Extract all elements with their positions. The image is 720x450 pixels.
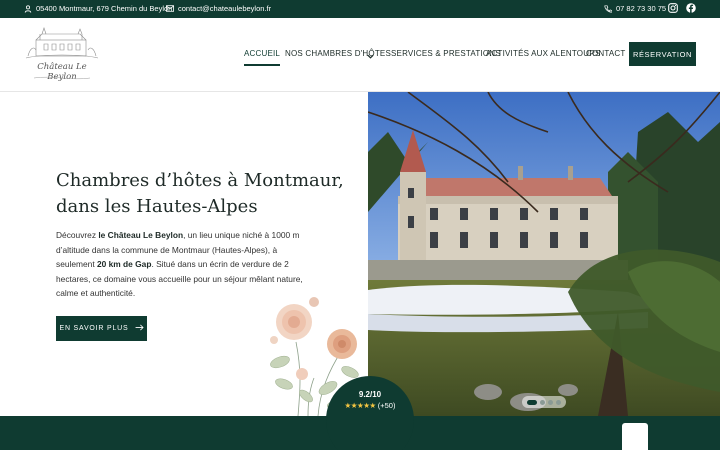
carousel-dot[interactable] (540, 399, 545, 405)
email-link[interactable]: contact@chateaulebeylon.fr (166, 4, 271, 13)
rating-stars-row: ★★★★★ (+50) (326, 401, 414, 410)
site-logo[interactable]: Château Le Beylon (22, 26, 102, 84)
carousel-dots (522, 396, 566, 408)
instagram-icon[interactable] (668, 3, 678, 13)
nav-item-activites[interactable]: ACTIVITÉS AUX ALENTOURS (486, 49, 601, 58)
phone-icon (604, 4, 612, 13)
site-header: Château Le Beylon ACCUEIL NOS CHAMBRES D… (0, 18, 720, 92)
chateau-logo-icon (25, 27, 99, 59)
floating-widget-tab[interactable] (622, 423, 648, 450)
email-text: contact@chateaulebeylon.fr (178, 4, 272, 13)
hero-text-part: Découvrez (56, 230, 99, 240)
carousel-dot[interactable] (548, 399, 553, 405)
nav-item-contact[interactable]: CONTACT (586, 49, 625, 58)
hero-text-bold: 20 km de Gap (96, 259, 152, 270)
address-item: 05400 Montmaur, 679 Chemin du Beylon (24, 4, 172, 13)
nav-item-chambres[interactable]: NOS CHAMBRES D'HÔTES (285, 49, 391, 58)
learn-more-button[interactable]: EN SAVOIR PLUS (56, 316, 147, 341)
top-info-bar: 05400 Montmaur, 679 Chemin du Beylon con… (0, 0, 720, 18)
hero-description: Découvrez le Château Le Beylon, un lieu … (56, 228, 318, 301)
logo-flourish-icon (33, 76, 91, 80)
address-text: 05400 Montmaur, 679 Chemin du Beylon (36, 4, 173, 13)
rating-count: (+50) (377, 401, 396, 410)
reservation-button[interactable]: RÉSERVATION (629, 42, 696, 66)
learn-more-label: EN SAVOIR PLUS (59, 325, 129, 332)
arrow-right-icon (135, 324, 144, 333)
rating-score: 9.2/10 (358, 390, 382, 399)
chevron-down-icon[interactable] (366, 48, 375, 66)
hero-title: Chambres d’hôtes à Montmaur, dans les Ha… (56, 170, 344, 217)
phone-link[interactable]: 07 82 73 30 75 (604, 4, 666, 13)
hero-text-panel: Chambres d’hôtes à Montmaur, dans les Ha… (0, 92, 368, 416)
nav-item-services[interactable]: SERVICES & PRESTATIONS (391, 49, 501, 58)
phone-text: 07 82 73 30 75 (616, 4, 667, 13)
star-icon: ★★★★★ (344, 401, 377, 410)
castle-photo (368, 92, 720, 416)
nav-item-accueil[interactable]: ACCUEIL (244, 49, 281, 66)
user-location-icon (24, 4, 32, 13)
hero-text-bold: le Château Le Beylon (98, 230, 184, 240)
carousel-dot[interactable] (556, 399, 561, 405)
mail-icon (166, 5, 174, 12)
carousel-dot[interactable] (527, 399, 537, 405)
facebook-icon[interactable] (686, 3, 696, 13)
hero-image-castle (368, 92, 720, 416)
